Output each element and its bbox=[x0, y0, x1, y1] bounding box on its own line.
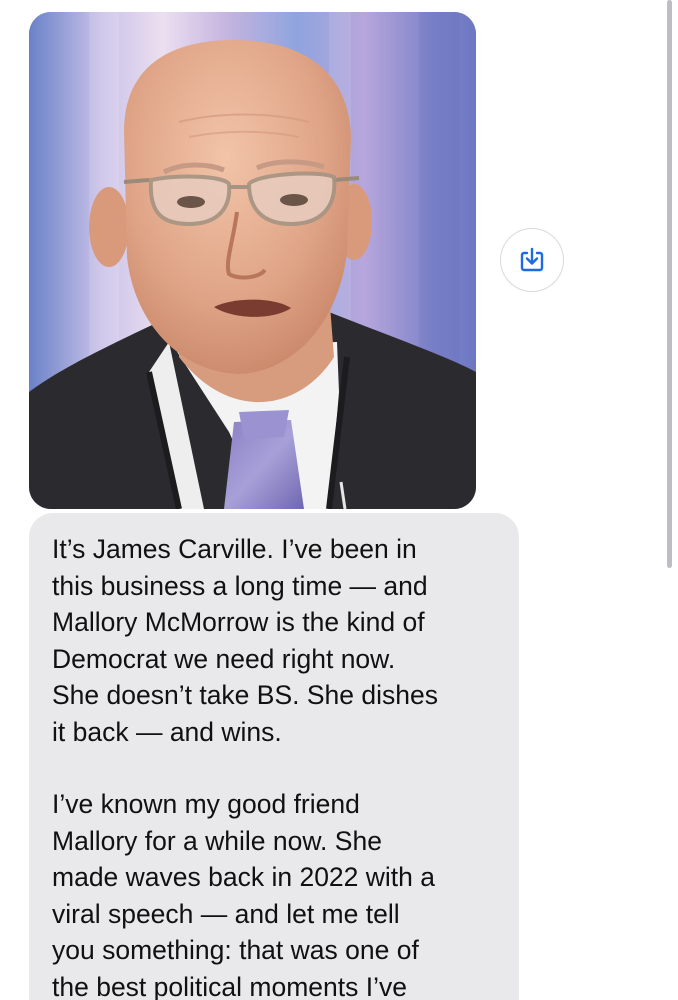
text-message-bubble[interactable]: It’s James Carville. I’ve been in this b… bbox=[29, 513, 519, 1000]
portrait-photo bbox=[29, 12, 476, 509]
message-paragraph: It’s James Carville. I’ve been in this b… bbox=[52, 534, 438, 747]
scroll-indicator[interactable] bbox=[667, 0, 672, 568]
message-thread: It’s James Carville. I’ve been in this b… bbox=[0, 0, 678, 1000]
download-to-photos-icon bbox=[520, 247, 544, 272]
message-paragraph: I’ve known my good friend Mallory for a … bbox=[52, 789, 435, 1000]
save-image-button[interactable] bbox=[500, 228, 564, 292]
image-message[interactable] bbox=[29, 12, 476, 509]
